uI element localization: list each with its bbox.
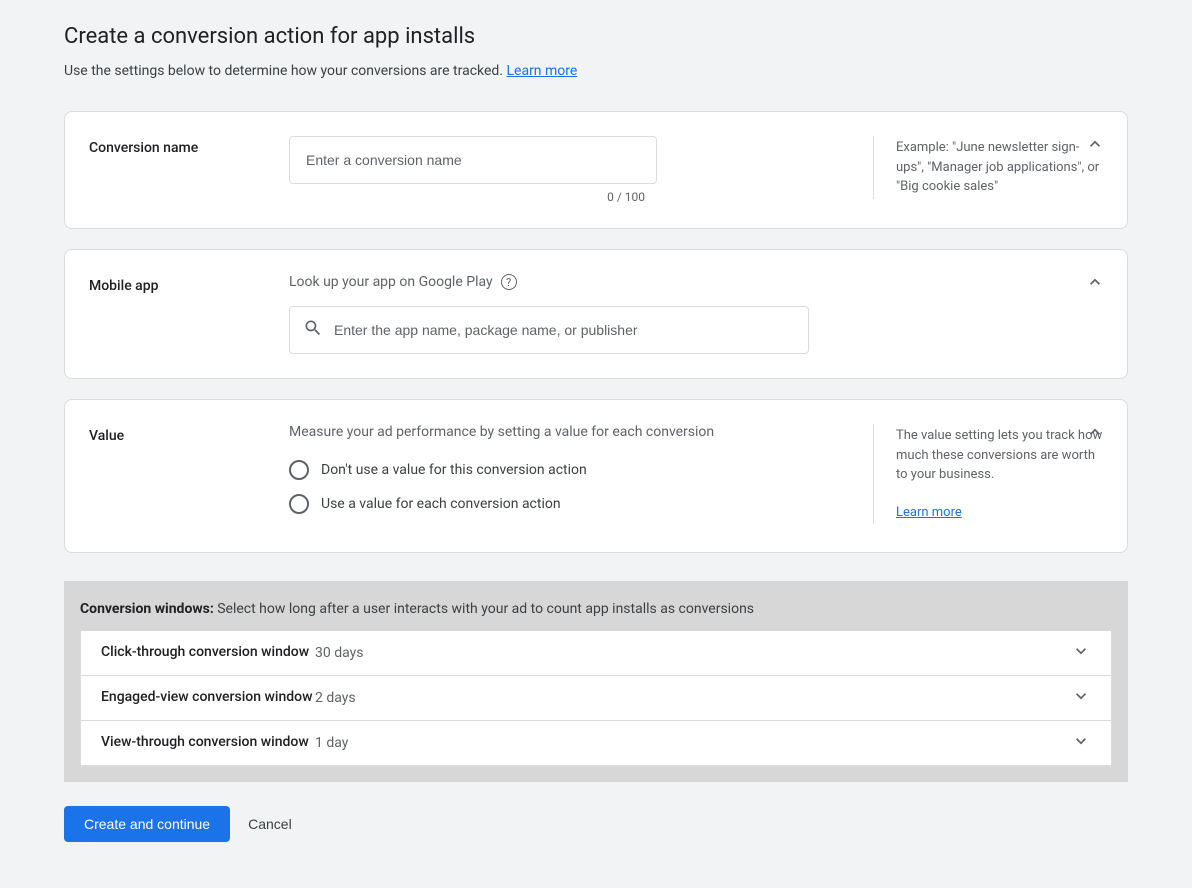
window-value: 2 days xyxy=(315,690,1071,706)
conversion-name-label: Conversion name xyxy=(89,136,289,156)
radio-no-value[interactable]: Don't use a value for this conversion ac… xyxy=(289,460,849,480)
conversion-windows-section: Conversion windows: Select how long afte… xyxy=(64,581,1128,782)
chevron-up-icon xyxy=(1085,272,1105,292)
conversion-name-input[interactable] xyxy=(289,136,657,184)
window-value: 1 day xyxy=(315,735,1071,751)
char-count: 0 / 100 xyxy=(289,190,657,204)
cancel-button[interactable]: Cancel xyxy=(248,816,292,832)
value-label: Value xyxy=(89,424,289,444)
windows-title: Conversion windows: xyxy=(80,601,214,617)
conversion-name-example: Example: "June newsletter sign-ups", "Ma… xyxy=(873,136,1103,199)
window-label: Engaged-view conversion window xyxy=(101,688,315,708)
subtitle-text: Use the settings below to determine how … xyxy=(64,63,506,79)
view-through-window-row[interactable]: View-through conversion window 1 day xyxy=(81,721,1111,765)
window-value: 30 days xyxy=(315,645,1071,661)
help-icon[interactable]: ? xyxy=(501,274,517,290)
chevron-up-icon xyxy=(1085,422,1105,442)
mobile-app-helper: Look up your app on Google Play xyxy=(289,274,493,290)
conversion-name-card: Conversion name 0 / 100 Example: "June n… xyxy=(64,111,1128,229)
radio-no-value-label: Don't use a value for this conversion ac… xyxy=(321,462,587,478)
radio-use-value-label: Use a value for each conversion action xyxy=(321,496,561,512)
mobile-app-label: Mobile app xyxy=(89,274,289,294)
learn-more-link[interactable]: Learn more xyxy=(506,63,577,79)
value-card: Value Measure your ad performance by set… xyxy=(64,399,1128,553)
search-icon xyxy=(303,318,323,342)
value-side-text: The value setting lets you track how muc… xyxy=(896,426,1103,485)
chevron-down-icon xyxy=(1071,731,1091,755)
engaged-view-window-row[interactable]: Engaged-view conversion window 2 days xyxy=(81,676,1111,720)
radio-icon xyxy=(289,460,309,480)
radio-icon xyxy=(289,494,309,514)
mobile-app-card: Mobile app Look up your app on Google Pl… xyxy=(64,249,1128,379)
chevron-down-icon xyxy=(1071,641,1091,665)
chevron-up-icon xyxy=(1085,134,1105,154)
value-helper: Measure your ad performance by setting a… xyxy=(289,424,849,440)
page-title: Create a conversion action for app insta… xyxy=(64,24,1128,49)
collapse-toggle[interactable] xyxy=(1083,132,1107,156)
create-and-continue-button[interactable]: Create and continue xyxy=(64,806,230,842)
window-label: View-through conversion window xyxy=(101,733,315,753)
page-subtitle: Use the settings below to determine how … xyxy=(64,63,1128,79)
click-through-window-row[interactable]: Click-through conversion window 30 days xyxy=(81,631,1111,675)
window-label: Click-through conversion window xyxy=(101,643,315,663)
windows-subtitle: Select how long after a user interacts w… xyxy=(214,601,754,617)
collapse-toggle[interactable] xyxy=(1083,270,1107,294)
chevron-down-icon xyxy=(1071,686,1091,710)
value-learn-more-link[interactable]: Learn more xyxy=(896,505,962,520)
collapse-toggle[interactable] xyxy=(1083,420,1107,444)
app-search-input[interactable] xyxy=(289,306,809,354)
radio-use-value[interactable]: Use a value for each conversion action xyxy=(289,494,849,514)
